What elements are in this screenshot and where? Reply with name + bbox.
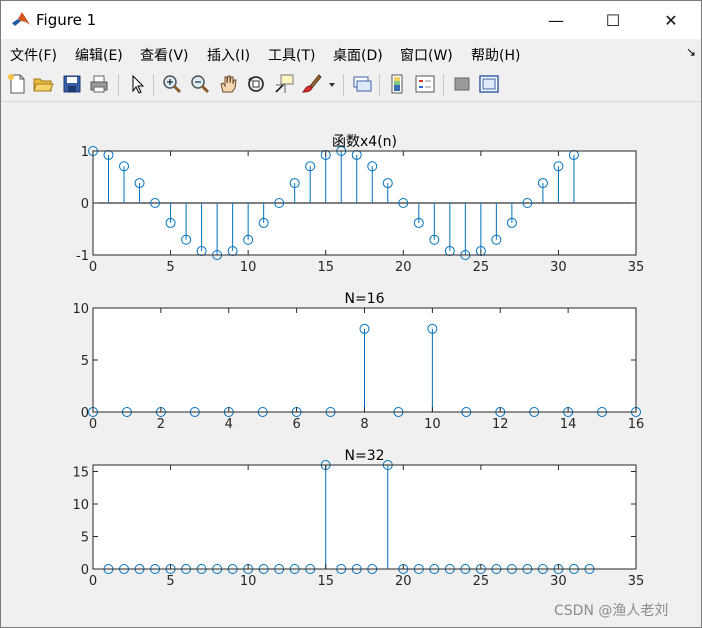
menu-insert[interactable]: 插入(I) [207,45,250,65]
maximize-icon: ☐ [605,10,621,30]
brush-dropdown-icon[interactable] [327,73,337,95]
pan-hand-icon[interactable] [217,73,239,95]
x-tick-label: 35 [628,574,645,589]
x-tick-label: 20 [395,260,412,275]
menu-help[interactable]: 帮助(H) [471,45,520,65]
maximize-button[interactable]: ☐ [585,1,641,39]
y-tick-label: 10 [72,498,89,513]
x-tick-label: 0 [89,260,97,275]
plot-title: 函数x4(n) [332,134,397,150]
close-button[interactable]: ✕ [643,1,699,39]
x-tick-label: 16 [628,417,645,432]
brush-icon[interactable] [301,73,323,95]
y-tick-label: 1 [81,145,89,160]
figure-window: Figure 1 — ☐ ✕ 文件(F) 编辑(E) 查看(V) 插入(I) 工… [0,0,702,628]
x-tick-label: 10 [240,574,257,589]
axes-background [93,465,636,569]
close-icon: ✕ [664,10,678,30]
window-title: Figure 1 [36,11,97,29]
x-tick-label: 0 [89,574,97,589]
print-icon[interactable] [88,73,110,95]
x-tick-label: 25 [473,574,490,589]
menu-file[interactable]: 文件(F) [10,45,57,65]
x-tick-label: 15 [317,574,334,589]
x-tick-label: 10 [424,417,441,432]
toolbar-separator [379,74,380,96]
zoom-out-icon[interactable] [189,73,211,95]
menu-edit[interactable]: 编辑(E) [75,45,123,65]
y-tick-label: 0 [81,197,89,212]
data-cursor-icon[interactable] [273,73,295,95]
y-tick-label: 5 [81,354,89,369]
x-tick-label: 8 [360,417,368,432]
menu-view[interactable]: 查看(V) [140,45,189,65]
new-figure-icon[interactable] [6,73,28,95]
menu-bar: 文件(F) 编辑(E) 查看(V) 插入(I) 工具(T) 桌面(D) 窗口(W… [1,39,701,69]
toolbar-separator [343,74,344,96]
y-tick-label: 15 [72,466,89,481]
menu-desktop[interactable]: 桌面(D) [333,45,383,65]
save-icon[interactable] [61,73,83,95]
zoom-in-icon[interactable] [161,73,183,95]
x-tick-label: 5 [166,574,174,589]
menu-tools[interactable]: 工具(T) [268,45,315,65]
x-tick-label: 30 [550,574,567,589]
toolbar-separator [443,74,444,96]
figure-canvas[interactable]: 0 5 10 15 20 25 30 35 -1 0 1 函数x4(n) 0 2 4 6 8 10 12 14 16 0 5… [1,102,701,627]
colorbar-icon[interactable] [387,73,409,95]
open-file-icon[interactable] [32,73,54,95]
x-tick-label: 25 [473,260,490,275]
x-tick-label: 10 [240,260,257,275]
toolbar-separator [153,74,154,96]
y-tick-label: -1 [76,249,89,264]
x-tick-label: 6 [292,417,300,432]
stem-plots: 0 5 10 15 20 25 30 35-101函数x4(n)0 2 4 6 8 10 12 14 1605… [72,134,645,589]
menu-window[interactable]: 窗口(W) [400,45,453,65]
figure-toolbar [1,69,701,102]
hide-plot-tools-icon[interactable] [451,73,473,95]
pointer-icon[interactable] [126,73,148,95]
x-tick-label: 14 [560,417,577,432]
toolbar-separator [118,74,119,96]
plot-title: N=32 [344,448,384,464]
plot-title: N=16 [344,291,384,307]
y-tick-label: 10 [72,302,89,317]
x-tick-label: 20 [395,574,412,589]
watermark-text: CSDN @渔人老刘 [554,603,669,619]
minimize-icon: — [548,10,564,30]
x-tick-label: 2 [157,417,165,432]
x-tick-label: 30 [550,260,567,275]
x-tick-label: 4 [225,417,233,432]
x-tick-label: 0 [89,417,97,432]
x-tick-label: 15 [317,260,334,275]
y-tick-label: 0 [81,563,89,578]
link-plot-icon[interactable] [351,73,373,95]
rotate-3d-icon[interactable] [245,73,267,95]
y-tick-label: 0 [81,406,89,421]
minimize-button[interactable]: — [528,1,584,39]
x-tick-label: 12 [492,417,509,432]
legend-icon[interactable] [414,73,436,95]
title-bar[interactable]: Figure 1 — ☐ ✕ [1,1,701,39]
dock-figure-icon[interactable]: ↘ [686,45,696,59]
x-tick-label: 35 [628,260,645,275]
y-tick-label: 5 [81,531,89,546]
matlab-logo-icon [12,12,30,26]
show-plot-tools-icon[interactable] [478,73,500,95]
x-tick-label: 5 [166,260,174,275]
